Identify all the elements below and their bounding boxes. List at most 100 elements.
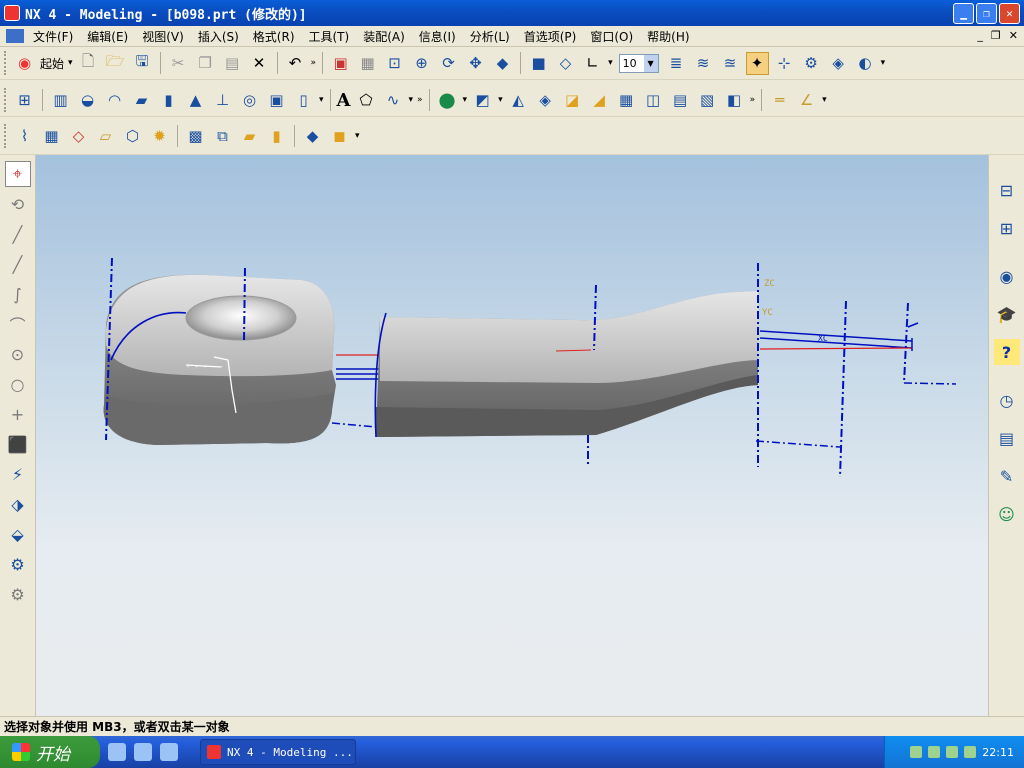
rotate-icon[interactable]: ⟳ xyxy=(437,52,460,75)
edit-feature-icon[interactable]: ⚙ xyxy=(5,551,31,577)
chevron-down-icon[interactable]: ▾ xyxy=(881,58,886,68)
taskbar-item-nx[interactable]: NX 4 - Modeling ... xyxy=(200,739,356,765)
text-tool-button[interactable]: A xyxy=(337,90,351,111)
mdi-restore-button[interactable]: ❐ xyxy=(991,29,1001,42)
start-button[interactable]: 开始 xyxy=(0,736,100,768)
network-icon[interactable] xyxy=(928,746,941,758)
chevron-down-icon[interactable]: ▾ xyxy=(409,95,414,105)
feature-icon[interactable]: ⬙ xyxy=(5,521,31,547)
extension-icon[interactable]: ⧉ xyxy=(211,125,234,148)
chevron-down-icon[interactable]: ▾ xyxy=(822,95,827,105)
mdi-minimize-button[interactable]: _ xyxy=(977,29,983,42)
measure-angle-icon[interactable]: ∠ xyxy=(795,89,818,112)
ie-icon[interactable] xyxy=(108,743,126,761)
zoom-window-icon[interactable]: ▦ xyxy=(356,52,379,75)
layer-settings-icon[interactable]: ≣ xyxy=(665,52,688,75)
datum-csys-icon[interactable]: ⬗ xyxy=(5,491,31,517)
zoom-in-icon[interactable]: ⊕ xyxy=(410,52,433,75)
chevron-down-icon[interactable]: ▾ xyxy=(355,131,360,141)
chamfer-icon[interactable]: ◭ xyxy=(507,89,530,112)
block-icon[interactable]: ▰ xyxy=(130,89,153,112)
sketch-icon[interactable]: ⊞ xyxy=(13,89,36,112)
graphics-window[interactable]: - - - - - ZC YC XC xyxy=(36,155,988,716)
cylinder-icon[interactable]: ▮ xyxy=(157,89,180,112)
chevron-down-icon[interactable]: ▾ xyxy=(608,58,613,68)
menu-analysis[interactable]: 分析(L) xyxy=(463,28,517,45)
save-icon[interactable]: 🖫 xyxy=(131,52,154,75)
spline-icon[interactable]: ∫ xyxy=(5,281,31,307)
selection-filter-icon[interactable]: ⚙ xyxy=(800,52,823,75)
help-icon[interactable]: ? xyxy=(993,339,1020,365)
new-file-icon[interactable]: 🗋 xyxy=(77,52,100,75)
point-method-icon[interactable]: ⊹ xyxy=(773,52,796,75)
datum-csys[interactable]: ZC YC XC xyxy=(755,263,957,478)
soft-blend-icon[interactable]: ◼ xyxy=(328,125,351,148)
pad-icon[interactable]: ▣ xyxy=(265,89,288,112)
assembly-navigator-icon[interactable]: ⊟ xyxy=(994,177,1020,203)
point-icon[interactable]: + xyxy=(5,401,31,427)
process-studio-icon[interactable]: ✎ xyxy=(994,463,1020,489)
n-sided-icon[interactable]: ✹ xyxy=(148,125,171,148)
menu-insert[interactable]: 插入(S) xyxy=(191,28,246,45)
part-lug[interactable]: - - - - - xyxy=(103,257,377,445)
minimize-button[interactable]: ▁ xyxy=(953,3,974,24)
chevron-down-icon[interactable]: ▾ xyxy=(498,95,503,105)
snap-point-icon[interactable]: ✦ xyxy=(745,51,769,75)
maximize-button[interactable]: ❐ xyxy=(976,3,997,24)
chevron-down-icon[interactable]: ▾ xyxy=(463,95,468,105)
part-arm[interactable] xyxy=(374,284,758,465)
delete-icon[interactable]: ✕ xyxy=(248,52,271,75)
through-curves-icon[interactable]: ⌇ xyxy=(13,125,36,148)
offset-face-icon[interactable]: ◪ xyxy=(561,89,584,112)
menu-tools[interactable]: 工具(T) xyxy=(302,28,357,45)
circle-center-icon[interactable]: ⊙ xyxy=(5,341,31,367)
line-icon[interactable]: ╱ xyxy=(5,221,31,247)
move-to-layer-icon[interactable]: ≊ xyxy=(719,52,742,75)
revolve-icon[interactable]: ◒ xyxy=(76,89,99,112)
arc-icon[interactable]: ⌒ xyxy=(5,311,31,337)
keyboard-icon[interactable] xyxy=(910,746,923,758)
mirror-icon[interactable]: ◧ xyxy=(723,89,746,112)
more-tools-icon[interactable]: » xyxy=(750,95,756,105)
toolbar-grip[interactable] xyxy=(4,124,7,148)
part-navigator-icon[interactable]: ⊞ xyxy=(994,215,1020,241)
menu-window[interactable]: 窗口(O) xyxy=(583,28,640,45)
sweep-icon[interactable]: ◠ xyxy=(103,89,126,112)
bounded-plane-icon[interactable]: ⬡ xyxy=(121,125,144,148)
swept-surface-icon[interactable]: ▱ xyxy=(94,125,117,148)
start-menu-button[interactable]: 起始 xyxy=(40,55,64,72)
line-tangent-icon[interactable]: ╱ xyxy=(5,251,31,277)
connector-curves[interactable] xyxy=(336,354,383,380)
explorer-icon[interactable] xyxy=(134,743,152,761)
menu-view[interactable]: 视图(V) xyxy=(135,28,191,45)
snap-point-icon[interactable]: ⌖ xyxy=(4,161,31,187)
wireframe-cube-icon[interactable]: ◇ xyxy=(554,52,577,75)
offset-surface-icon[interactable]: ▰ xyxy=(238,125,261,148)
datum-plane-icon[interactable]: ⬛ xyxy=(5,431,31,457)
menu-edit[interactable]: 编辑(E) xyxy=(80,28,135,45)
edge-blend-icon[interactable]: ◩ xyxy=(471,89,494,112)
extrude-icon[interactable]: ▥ xyxy=(49,89,72,112)
quick-pick-icon[interactable]: ◐ xyxy=(854,52,877,75)
boss-icon[interactable]: ⊥ xyxy=(211,89,234,112)
menu-help[interactable]: 帮助(H) xyxy=(640,28,696,45)
cone-icon[interactable]: ▲ xyxy=(184,89,207,112)
draft-icon[interactable]: ◢ xyxy=(588,89,611,112)
pan-icon[interactable]: ✥ xyxy=(464,52,487,75)
toolbar-grip[interactable] xyxy=(4,88,7,112)
menu-preferences[interactable]: 首选项(P) xyxy=(517,28,584,45)
ruled-icon[interactable]: ◇ xyxy=(67,125,90,148)
patch-icon[interactable]: ▤ xyxy=(669,89,692,112)
open-folder-icon[interactable]: 🗁 xyxy=(104,52,127,75)
toolbar-grip[interactable] xyxy=(4,51,7,75)
hole-icon[interactable]: ◎ xyxy=(238,89,261,112)
curve-icon[interactable]: ∿ xyxy=(382,89,405,112)
wcs-icon[interactable]: ∟ xyxy=(581,52,604,75)
instance-icon[interactable]: ▧ xyxy=(696,89,719,112)
history-icon[interactable]: ◉ xyxy=(994,263,1020,289)
model-view[interactable]: - - - - - ZC YC XC xyxy=(36,155,988,716)
clock-icon[interactable]: ◷ xyxy=(994,387,1020,413)
face-blend-icon[interactable]: ◆ xyxy=(301,125,324,148)
shell-icon[interactable]: ◈ xyxy=(534,89,557,112)
menu-file[interactable]: 文件(F) xyxy=(26,28,80,45)
